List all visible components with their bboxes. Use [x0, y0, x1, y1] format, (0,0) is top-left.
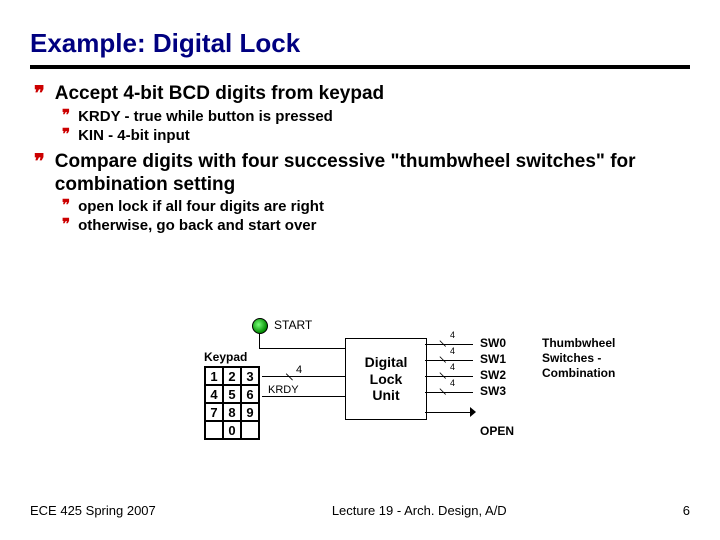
sw0-label: SW0: [480, 336, 506, 350]
slide-footer: ECE 425 Spring 2007 Lecture 19 - Arch. D…: [30, 503, 690, 518]
keypad: 1 2 3 4 5 6 7 8 9 0: [204, 366, 260, 440]
key: 8: [223, 403, 241, 421]
bus-width: 4: [450, 378, 455, 388]
bullet-1a-text: KRDY - true while button is pressed: [78, 108, 333, 126]
key-blank: [241, 421, 259, 439]
arrow-right-icon: [470, 407, 476, 417]
wire: [262, 376, 345, 377]
title-divider: [30, 65, 690, 69]
key-blank: [205, 421, 223, 439]
sw2-label: SW2: [480, 368, 506, 382]
wire: [259, 334, 260, 348]
wire: [425, 412, 473, 413]
footer-center: Lecture 19 - Arch. Design, A/D: [332, 503, 507, 518]
bullet-icon: ❞: [34, 83, 45, 105]
key: 9: [241, 403, 259, 421]
bus-slash-icon: /: [283, 372, 297, 382]
bullet-2-text: Compare digits with four successive "thu…: [55, 151, 690, 197]
key: 1: [205, 367, 223, 385]
key: 6: [241, 385, 259, 403]
key: 0: [223, 421, 241, 439]
key: 7: [205, 403, 223, 421]
sw1-label: SW1: [480, 352, 506, 366]
footer-right: 6: [683, 503, 690, 518]
slide-title: Example: Digital Lock: [30, 28, 690, 59]
bullet-icon: ❞: [62, 108, 70, 125]
bus-width: 4: [450, 330, 455, 340]
unit-label: Digital Lock Unit: [365, 354, 408, 404]
bullet-icon: ❞: [34, 151, 45, 173]
bullet-icon: ❞: [62, 217, 70, 234]
block-diagram: START Keypad 1 2 3 4 5 6 7 8 9 0 / 4 KRD…: [170, 316, 690, 466]
start-button-icon: [252, 318, 268, 334]
bullet-1a: ❞ KRDY - true while button is pressed: [62, 108, 690, 126]
key: 2: [223, 367, 241, 385]
sw3-label: SW3: [480, 384, 506, 398]
krdy-label: KRDY: [268, 384, 299, 396]
open-label: OPEN: [480, 424, 514, 438]
bullet-1b-text: KIN - 4-bit input: [78, 127, 190, 145]
bullet-2a-text: open lock if all four digits are right: [78, 198, 324, 216]
bullet-icon: ❞: [62, 198, 70, 215]
bus-width: 4: [296, 364, 302, 376]
bullet-1-text: Accept 4-bit BCD digits from keypad: [55, 83, 384, 106]
key: 4: [205, 385, 223, 403]
key: 5: [223, 385, 241, 403]
bus-width: 4: [450, 346, 455, 356]
bullet-2b-text: otherwise, go back and start over: [78, 217, 316, 235]
digital-lock-unit: Digital Lock Unit: [345, 338, 427, 420]
bullet-2: ❞ Compare digits with four successive "t…: [34, 151, 690, 197]
bullet-1b: ❞ KIN - 4-bit input: [62, 127, 690, 145]
bus-width: 4: [450, 362, 455, 372]
bullet-2b: ❞ otherwise, go back and start over: [62, 217, 690, 235]
footer-left: ECE 425 Spring 2007: [30, 503, 156, 518]
bullet-icon: ❞: [62, 127, 70, 144]
bullet-1: ❞ Accept 4-bit BCD digits from keypad: [34, 83, 690, 106]
thumbwheel-label: Thumbwheel Switches - Combination: [542, 336, 615, 381]
keypad-label: Keypad: [204, 350, 247, 364]
key: 3: [241, 367, 259, 385]
wire: [259, 348, 345, 349]
bullet-2a: ❞ open lock if all four digits are right: [62, 198, 690, 216]
wire: [262, 396, 345, 397]
start-label: START: [274, 318, 312, 332]
